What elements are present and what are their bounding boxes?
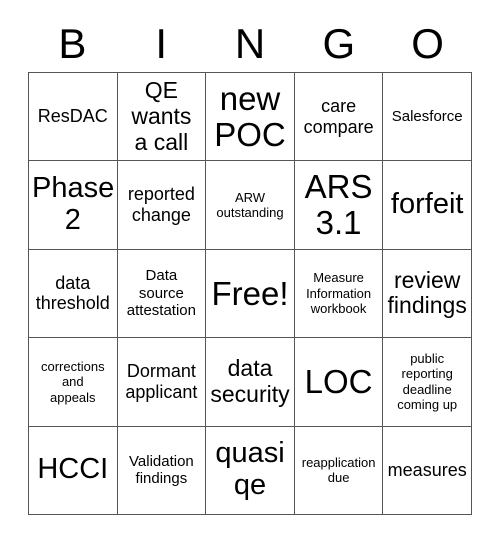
bingo-cell[interactable]: Data source attestation <box>117 249 207 339</box>
bingo-cell[interactable]: data threshold <box>29 249 118 339</box>
bingo-cell[interactable]: data security <box>206 338 295 427</box>
bingo-header-letter-g: G <box>322 20 356 67</box>
bingo-cell[interactable]: ARS 3.1 <box>294 161 384 250</box>
bingo-cell-label: data security <box>210 355 290 407</box>
bingo-cell[interactable]: quasi qe <box>206 426 295 515</box>
bingo-cell-label: forfeit <box>390 188 464 221</box>
bingo-cell-label: measures <box>387 459 467 480</box>
bingo-cell-label: corrections and appeals <box>41 358 105 405</box>
bingo-cell[interactable]: Validation findings <box>117 426 207 515</box>
bingo-cell[interactable]: reported change <box>117 161 207 250</box>
bingo-cell-label: Validation findings <box>129 452 194 488</box>
bingo-cell[interactable]: care compare <box>294 73 384 162</box>
bingo-header-letter-b: B <box>58 20 87 67</box>
bingo-cell[interactable]: review findings <box>383 249 472 339</box>
bingo-cell[interactable]: Salesforce <box>383 73 472 162</box>
bingo-cell-label: quasi qe <box>215 437 285 502</box>
bingo-cell-label: Dormant applicant <box>125 361 198 402</box>
bingo-cell[interactable]: public reporting deadline coming up <box>383 338 472 427</box>
bingo-cell-label: QE wants a call <box>131 77 192 155</box>
bingo-cell-label: data threshold <box>35 272 110 314</box>
bingo-cell[interactable]: ResDAC <box>29 73 118 162</box>
bingo-cell-label: ARS 3.1 <box>304 168 373 242</box>
bingo-grid: ResDAC QE wants a call new POC care compare… <box>28 72 472 515</box>
bingo-free-space[interactable]: Free! <box>206 249 295 339</box>
bingo-cell[interactable]: HCCI <box>29 426 118 515</box>
bingo-cell[interactable]: Phase 2 <box>29 161 118 250</box>
bingo-cell-label: Measure Information workbook <box>306 270 372 317</box>
bingo-cell-label: ResDAC <box>37 106 108 127</box>
bingo-cell-label: Phase 2 <box>32 172 115 237</box>
bingo-header-letter-i: I <box>155 20 168 67</box>
bingo-cell[interactable]: measures <box>383 426 472 515</box>
bingo-card: B I N G O ResDAC QE wants a call new POC care c… <box>0 0 500 544</box>
bingo-cell-label: new POC <box>214 80 286 153</box>
bingo-cell[interactable]: reapplication due <box>294 426 384 515</box>
bingo-cell-label: public reporting deadline coming up <box>397 350 458 413</box>
bingo-cell-label: LOC <box>304 363 373 401</box>
bingo-cell-label: ARW outstanding <box>216 189 284 221</box>
bingo-cell-label: reported change <box>127 184 195 226</box>
bingo-cell[interactable]: LOC <box>294 338 384 427</box>
bingo-cell[interactable]: ARW outstanding <box>206 161 295 250</box>
bingo-cell[interactable]: corrections and appeals <box>29 338 118 427</box>
bingo-cell-label: care compare <box>303 96 374 137</box>
bingo-cell[interactable]: QE wants a call <box>117 73 207 162</box>
bingo-cell[interactable]: Measure Information workbook <box>294 249 384 339</box>
bingo-cell[interactable]: forfeit <box>383 161 472 250</box>
bingo-cell-label: Salesforce <box>391 107 463 125</box>
bingo-header-row: BINGO <box>28 16 472 72</box>
bingo-cell-label: Free! <box>211 274 289 312</box>
bingo-cell[interactable]: new POC <box>206 73 295 162</box>
bingo-cell-label: HCCI <box>37 453 109 486</box>
bingo-cell-label: reapplication due <box>301 454 376 486</box>
bingo-cell-label: Data source attestation <box>126 266 196 320</box>
bingo-cell-label: review findings <box>387 266 467 319</box>
bingo-header-letter-o: O <box>411 20 444 67</box>
bingo-header-letter-n: N <box>234 20 266 67</box>
bingo-cell[interactable]: Dormant applicant <box>117 338 207 427</box>
